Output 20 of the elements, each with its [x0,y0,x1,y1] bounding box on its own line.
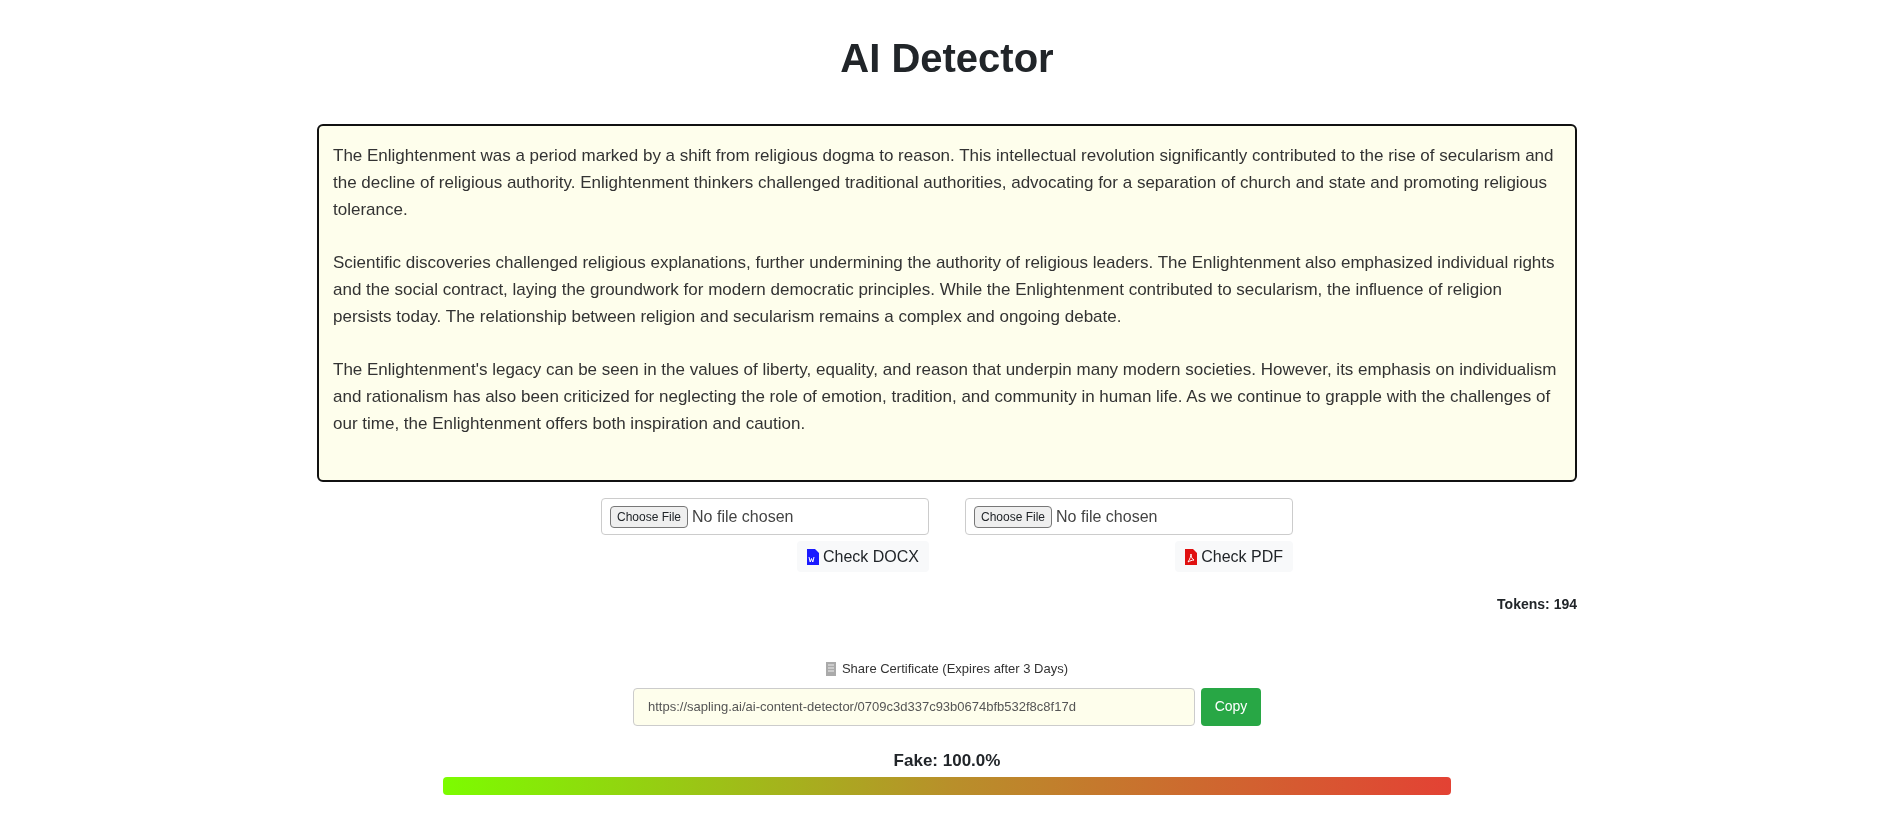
document-icon [825,661,836,676]
file-input[interactable]: Choose File No file chosen [601,498,929,535]
file-input[interactable]: Choose File No file chosen [965,498,1293,535]
fake-score: Fake: 100.0% [893,749,1001,772]
text-input[interactable] [317,124,1577,482]
text-paragraph: Scientific discoveries challenged religious explanations, further undermining the authority of religious leaders. The Enlightenment also emphasized individual rights and the social contract, laying the groundwork for modern democratic principles. While the Enlightenment contributed to secularism, the influence of religion persists today. The relationship between religion and secularism remains a complex and ongoing debate. [333,252,1556,328]
check-file-button[interactable]: Check PDF [1175,541,1293,572]
share-label: Share Certificate (Expires after 3 Days) [841,660,1069,678]
choose-file-button[interactable]: Choose File [610,505,689,528]
pdf-document-icon [1185,548,1198,565]
share-url-field[interactable]: https://sapling.ai/ai-content-detector/0709c3d337c93b0674bfb532f8c8f17d [633,687,1195,726]
page-title: AI Detector [840,38,1054,78]
text-paragraph: The Enlightenment was a period marked by a shift from religious dogma to reason. This intellectual revolution significantly contributed to the rise of secularism and the decline of religious authority. Enlightenment thinkers challenged traditional authorities, advocating for a separation of church and state and promoting religious tolerance. [333,145,1555,221]
text-paragraph: The Enlightenment's legacy can be seen in the values of liberty, equality, and reason that underpin many modern societies. However, its emphasis on individualism and rationalism has also been criticized for neglecting the role of emotion, tradition, and community in human life. As we continue to grapple with the challenges of our time, the Enlightenment offers both inspiration and caution. [333,359,1558,435]
check-file-button[interactable]: Check DOCX [796,541,929,572]
token-count: Tokens: 194 [1497,595,1577,614]
file-status: No file chosen [1056,506,1158,527]
choose-file-button[interactable]: Choose File [974,505,1053,528]
word-document-icon [806,548,819,565]
file-status: No file chosen [692,506,794,527]
